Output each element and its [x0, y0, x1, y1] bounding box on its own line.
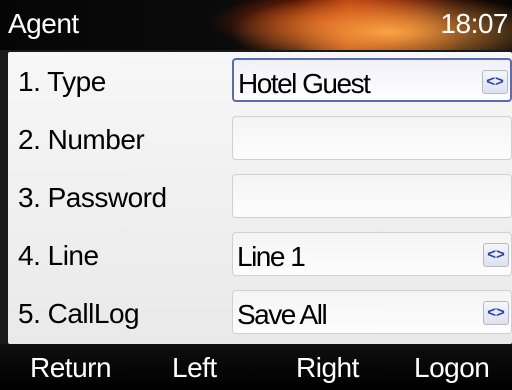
form-row-calllog: 5. CallLog Save All <> — [8, 284, 512, 342]
calllog-select[interactable]: Save All <> — [232, 290, 512, 334]
agent-form: 1. Type Hotel Guest <> 2. Number 3. Pass… — [8, 52, 512, 344]
left-right-arrows-icon[interactable]: <> — [482, 70, 508, 94]
password-label: 3. Password — [18, 182, 167, 213]
phone-screen: Agent 18:07 1. Type Hotel Guest <> 2. Nu… — [0, 0, 512, 390]
form-row-password: 3. Password — [8, 168, 512, 226]
return-softkey[interactable]: Return — [30, 352, 112, 384]
calllog-label: 5. CallLog — [18, 298, 140, 329]
line-label: 4. Line — [18, 240, 99, 271]
left-right-arrows-icon[interactable]: <> — [483, 301, 509, 325]
password-input[interactable] — [232, 174, 512, 218]
type-value: Hotel Guest — [238, 68, 371, 99]
line-select[interactable]: Line 1 <> — [232, 232, 512, 276]
type-select[interactable]: Hotel Guest <> — [232, 58, 512, 102]
form-row-type: 1. Type Hotel Guest <> — [8, 52, 512, 110]
softkey-bar: Return Left Right Logon — [0, 344, 512, 390]
form-row-line: 4. Line Line 1 <> — [8, 226, 512, 284]
left-softkey[interactable]: Left — [172, 352, 217, 384]
clock-time: 18:07 — [440, 8, 508, 39]
line-value: Line 1 — [237, 241, 306, 272]
left-right-arrows-icon[interactable]: <> — [483, 243, 509, 267]
title-bar: Agent 18:07 — [0, 0, 512, 50]
logon-softkey[interactable]: Logon — [414, 352, 490, 384]
number-label: 2. Number — [18, 124, 145, 155]
number-input[interactable] — [232, 116, 512, 160]
right-softkey[interactable]: Right — [296, 352, 359, 384]
page-title: Agent — [8, 8, 79, 39]
form-row-number: 2. Number — [8, 110, 512, 168]
calllog-value: Save All — [237, 299, 328, 330]
type-label: 1. Type — [18, 66, 106, 97]
